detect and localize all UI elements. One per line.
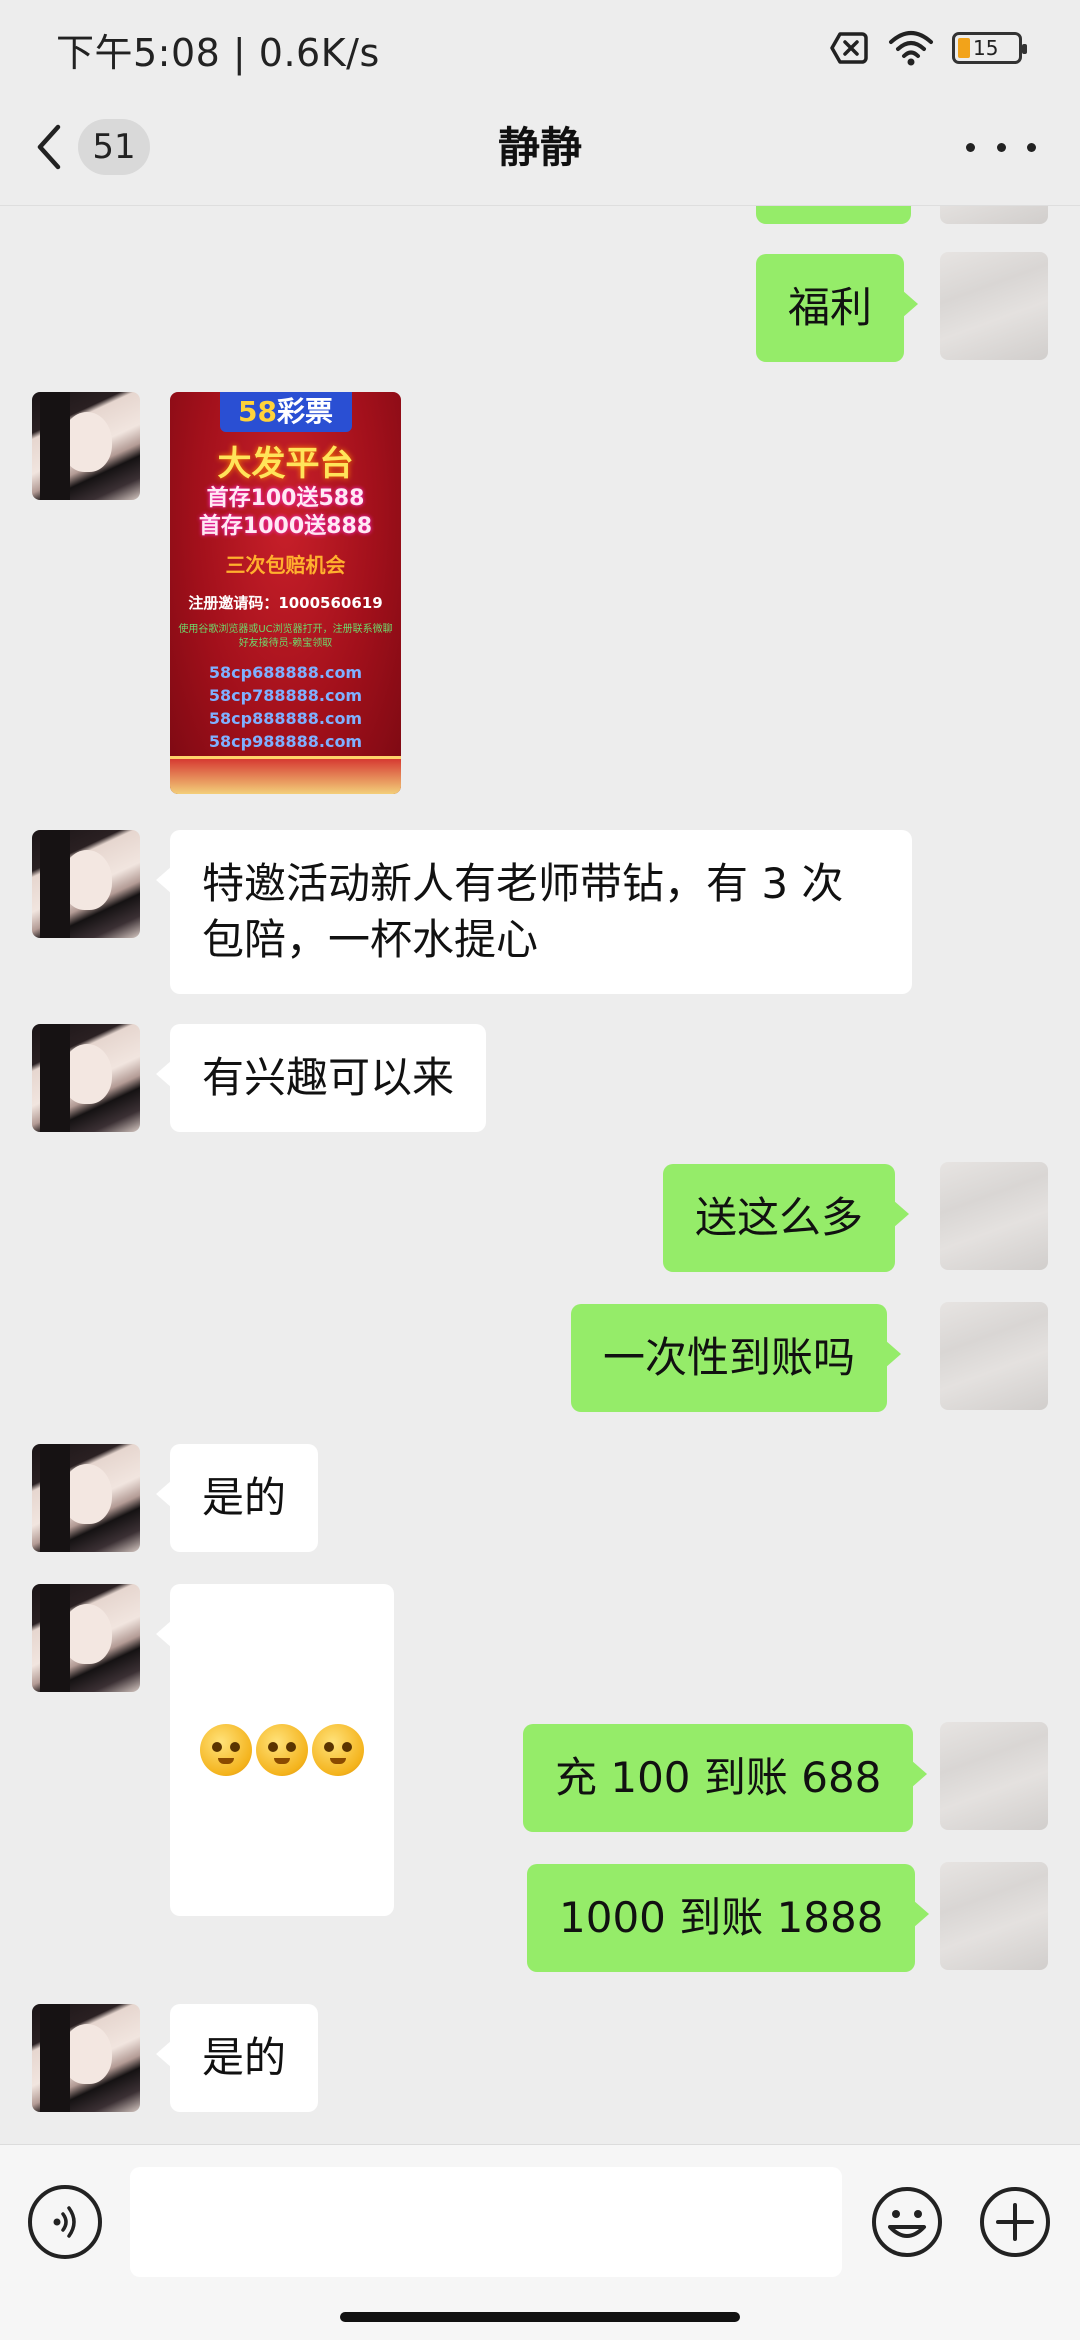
status-bar: 下午5:08 | 0.6K/s 15: [0, 0, 1080, 90]
wifi-icon: [889, 31, 933, 66]
contact-avatar[interactable]: [32, 1584, 140, 1692]
message-bubble[interactable]: 1000 到账 1888: [527, 1864, 930, 1972]
my-avatar[interactable]: [940, 1162, 1048, 1270]
promo-url: 58cp688888.com: [208, 663, 363, 682]
message-bubble[interactable]: 一次性到账吗: [571, 1304, 902, 1412]
nav-bar: 51 静静: [0, 90, 1080, 206]
message-bubble[interactable]: 是的: [155, 2004, 319, 2112]
message-bubble[interactable]: 特邀活动新人有老师带钻，有 3 次 包陪，一杯水提心: [156, 830, 912, 994]
promo-invite-code: 注册邀请码：1000560619: [188, 594, 383, 612]
my-avatar[interactable]: [940, 252, 1048, 360]
emoji-message-bubble[interactable]: [156, 1584, 394, 1916]
message-bubble[interactable]: [756, 206, 925, 224]
promo-headline: 大发平台: [217, 444, 354, 484]
input-bar: [0, 2144, 1080, 2340]
my-avatar[interactable]: [940, 206, 1048, 224]
promo-line-2: 首存1000送888: [198, 514, 373, 539]
message-bubble[interactable]: 充 100 到账 688: [523, 1724, 928, 1832]
emoji-icon: [872, 2187, 942, 2257]
voice-button[interactable]: [28, 2185, 102, 2259]
promo-url: 58cp888888.com: [208, 709, 363, 728]
my-avatar[interactable]: [940, 1722, 1048, 1830]
chat-area[interactable]: 福利 58彩票 大发平台 首存100送588 首存1000送888 三次包赔机会…: [0, 206, 1080, 2144]
battery-icon: 15: [952, 32, 1027, 64]
contact-avatar[interactable]: [32, 1444, 140, 1552]
promo-base-decoration: [170, 756, 401, 794]
status-time: 下午5:08 | 0.6K/s: [56, 31, 380, 75]
emoji-button[interactable]: [870, 2185, 944, 2259]
face-with-monocle-icon: [256, 1724, 308, 1776]
promo-logo: 58彩票: [219, 392, 352, 432]
promo-image[interactable]: 58彩票 大发平台 首存100送588 首存1000送888 三次包赔机会 注册…: [170, 392, 401, 794]
promo-chance: 三次包赔机会: [225, 553, 346, 577]
my-avatar[interactable]: [940, 1302, 1048, 1410]
face-with-monocle-icon: [312, 1724, 364, 1776]
plus-icon: [980, 2187, 1050, 2257]
home-indicator[interactable]: [340, 2312, 740, 2322]
message-bubble[interactable]: 有兴趣可以来: [155, 1024, 487, 1132]
contact-avatar[interactable]: [32, 1024, 140, 1132]
more-actions-button[interactable]: [978, 2185, 1052, 2259]
contact-avatar[interactable]: [32, 2004, 140, 2112]
chat-title: 静静: [497, 123, 582, 172]
message-bubble[interactable]: 福利: [756, 254, 919, 362]
promo-url: 58cp788888.com: [208, 686, 363, 705]
promo-url: 58cp988888.com: [208, 732, 363, 751]
battery-level: 15: [973, 36, 999, 60]
contact-avatar[interactable]: [32, 392, 140, 500]
more-dots-icon: [966, 142, 975, 152]
promo-note: 使用谷歌浏览器或UC浏览器打开，注册联系微聊好友接待员-赖宝领取: [178, 624, 393, 649]
more-button[interactable]: [966, 132, 1036, 162]
face-with-monocle-icon: [200, 1724, 252, 1776]
voice-icon: [53, 2206, 76, 2238]
message-bubble[interactable]: 是的: [155, 1444, 319, 1552]
promo-line-1: 首存100送588: [206, 486, 365, 511]
contact-avatar[interactable]: [32, 830, 140, 938]
message-input[interactable]: [130, 2167, 842, 2277]
status-icons: 15: [830, 28, 1027, 68]
message-bubble[interactable]: 送这么多: [663, 1164, 910, 1272]
my-avatar[interactable]: [940, 1862, 1048, 1970]
promo-urls: 58cp688888.com 58cp788888.com 58cp888888…: [170, 661, 401, 753]
no-sim-icon: [830, 32, 868, 64]
